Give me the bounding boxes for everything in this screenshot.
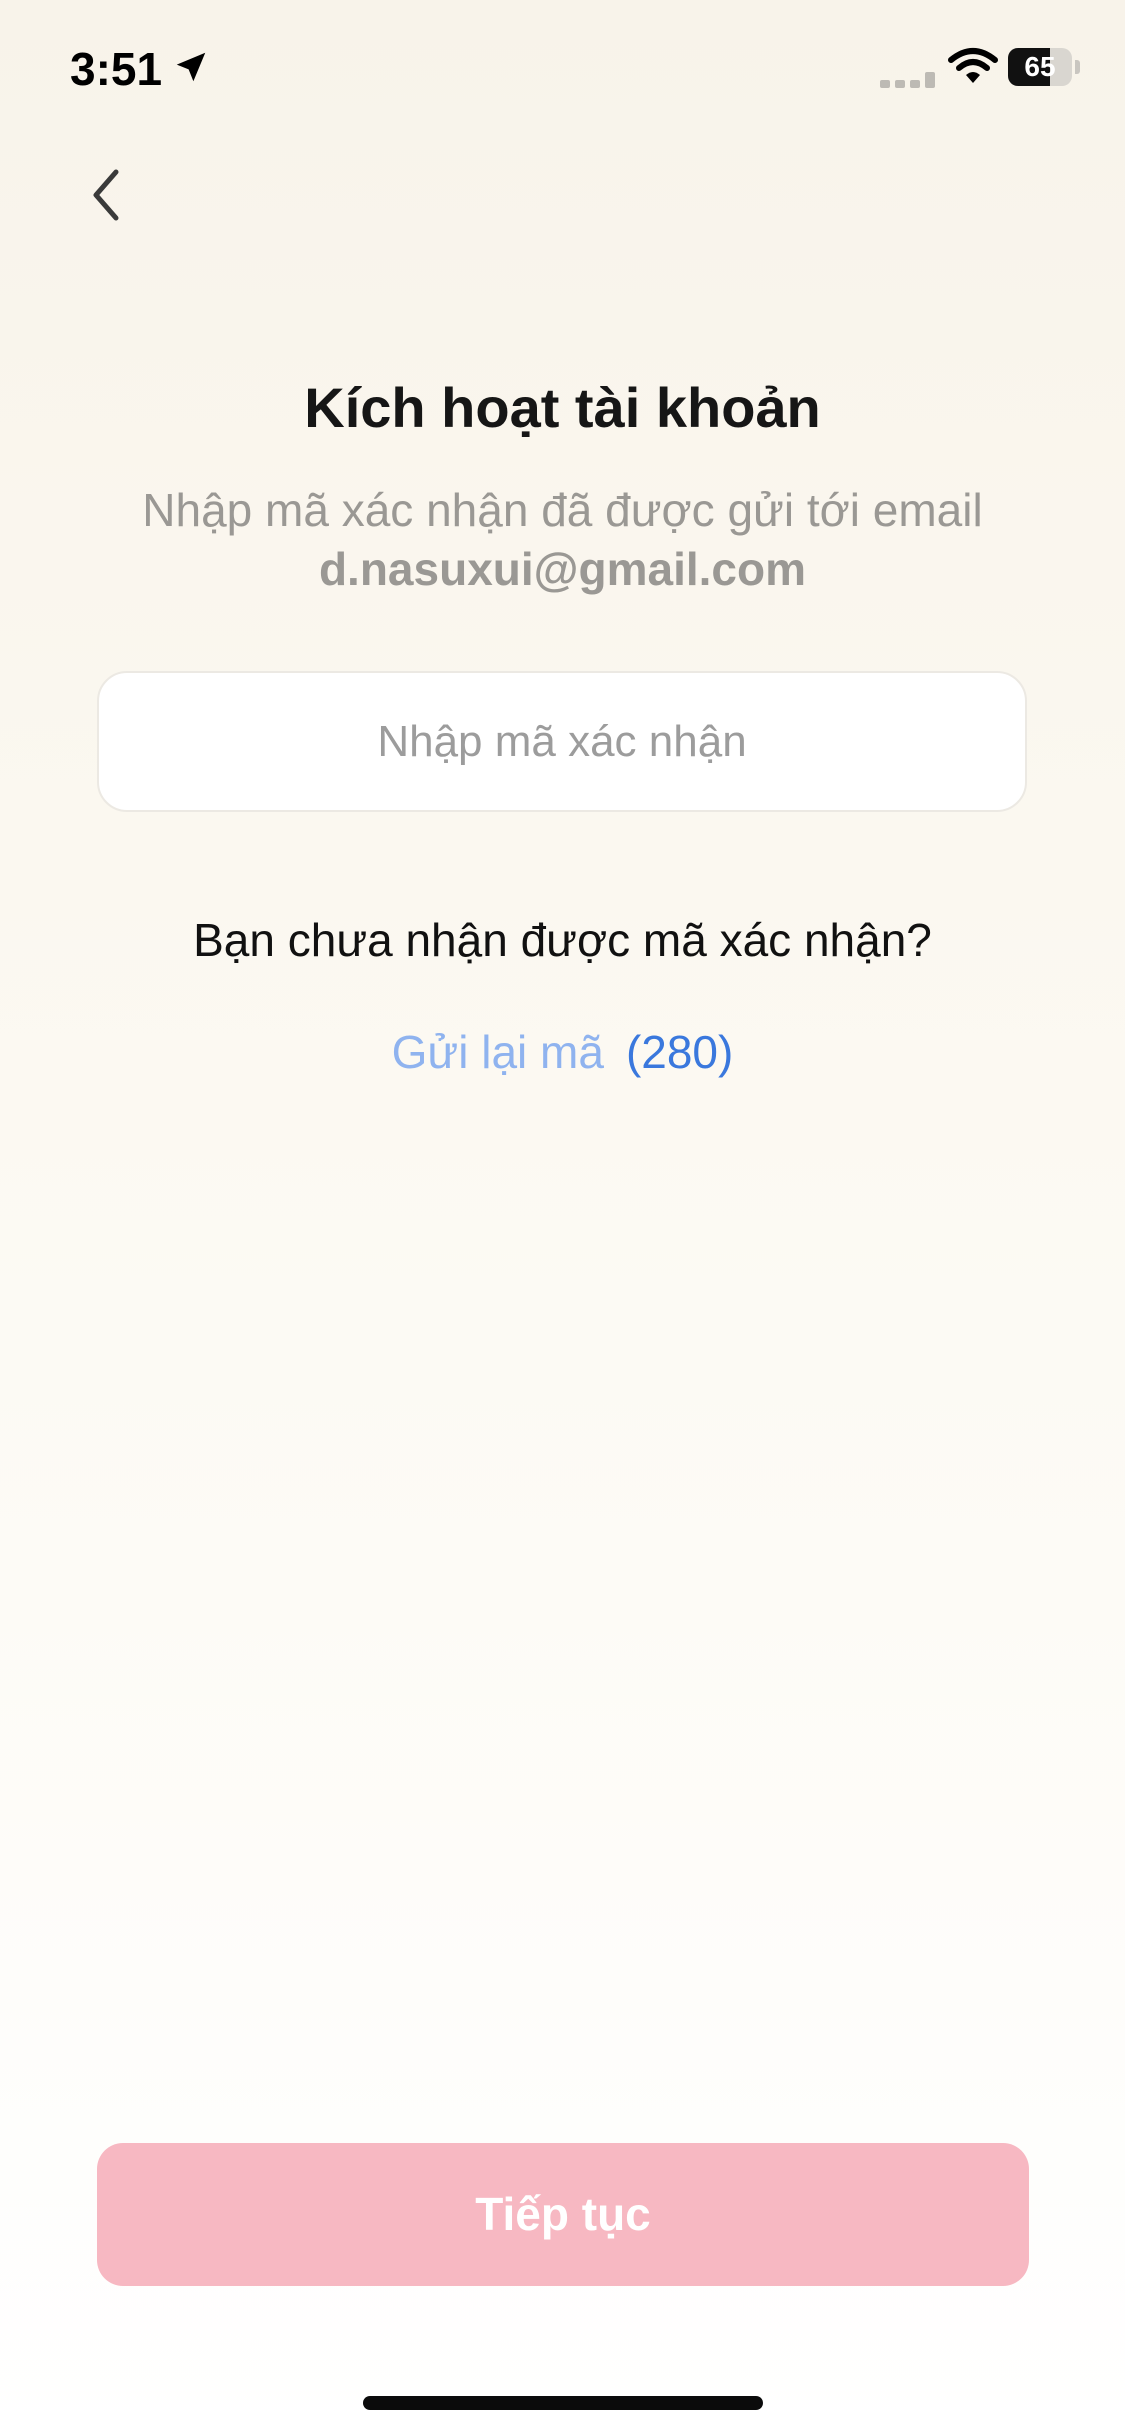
- back-button[interactable]: [80, 160, 140, 230]
- status-bar: 3:51 65: [0, 0, 1125, 140]
- resend-row: Gửi lại mã (280): [0, 1025, 1125, 1079]
- recipient-email: d.nasuxui@gmail.com: [318, 543, 807, 595]
- continue-button[interactable]: Tiếp tục: [97, 2143, 1029, 2286]
- wifi-icon: [948, 48, 998, 83]
- home-indicator: [363, 2396, 763, 2410]
- battery-body: 65: [1008, 48, 1072, 86]
- resend-question: Bạn chưa nhận được mã xác nhận?: [193, 914, 932, 966]
- verification-code-input[interactable]: [97, 671, 1027, 812]
- page-title: Kích hoạt tài khoản: [304, 376, 821, 439]
- cellular-signal-icon: [880, 72, 935, 88]
- resend-countdown: (280): [625, 1026, 734, 1078]
- chevron-left-icon: [93, 169, 119, 221]
- location-arrow-icon: [176, 52, 206, 82]
- battery-icon: 65: [1008, 48, 1080, 86]
- resend-code-link[interactable]: Gửi lại mã: [392, 1026, 604, 1078]
- status-time: 3:51: [70, 43, 163, 95]
- battery-level: 65: [1024, 51, 1056, 82]
- battery-cap: [1075, 60, 1080, 74]
- page-subtitle: Nhập mã xác nhận đã được gửi tới email: [142, 484, 983, 536]
